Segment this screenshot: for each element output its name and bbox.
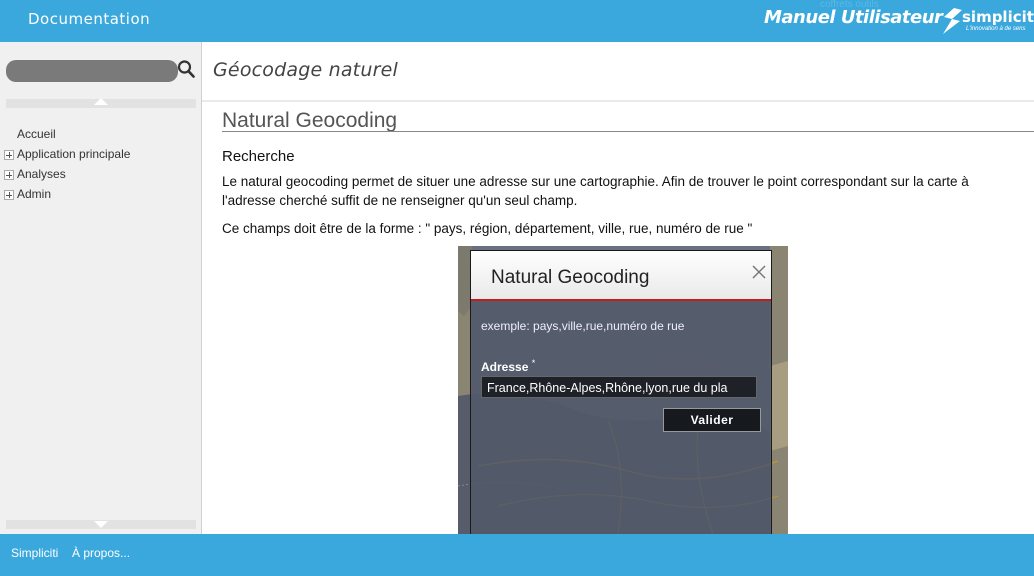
manual-title: Manuel Utilisateur	[764, 7, 943, 28]
section-divider	[222, 131, 1034, 132]
sidebar: Accueil Application principale Analyses …	[0, 42, 202, 534]
sidebar-item-admin[interactable]: Admin	[0, 184, 200, 204]
chevron-down-icon	[94, 521, 108, 528]
chevron-up-icon	[94, 98, 108, 105]
sidebar-item-label: Analyses	[17, 167, 66, 181]
expand-icon[interactable]	[4, 190, 14, 200]
address-label-text: Adresse	[481, 360, 529, 374]
required-mark: *	[531, 358, 536, 368]
sidebar-item-application-principale[interactable]: Application principale	[0, 144, 200, 164]
top-header: Documentation coffrets outils Manuel Uti…	[0, 0, 1034, 42]
subsection-title: Recherche	[222, 148, 295, 165]
expand-icon[interactable]	[4, 150, 14, 160]
footer-link-simpliciti[interactable]: Simpliciti	[11, 546, 58, 560]
sidebar-scroll-up[interactable]	[6, 98, 196, 108]
close-icon[interactable]	[751, 264, 767, 280]
simpliciti-logo-icon	[943, 8, 962, 34]
footer-link-about[interactable]: À propos...	[72, 546, 130, 560]
sidebar-item-analyses[interactable]: Analyses	[0, 164, 200, 184]
brand-tagline: L'innovation à de sens	[966, 26, 1026, 32]
paragraph-intro: Le natural geocoding permet de situer un…	[222, 174, 969, 208]
search-input[interactable]	[6, 60, 178, 82]
dialog-example-hint: exemple: pays,ville,rue,numéro de rue	[481, 319, 685, 333]
page-title: Géocodage naturel	[213, 59, 398, 81]
title-divider	[202, 100, 1034, 102]
sidebar-item-accueil[interactable]: Accueil	[0, 124, 200, 144]
sidebar-scroll-down[interactable]	[6, 520, 196, 529]
sidebar-nav: Accueil Application principale Analyses …	[0, 124, 200, 204]
geocoding-dialog: Natural Geocoding exemple: pays,ville,ru…	[470, 250, 772, 534]
section-title: Natural Geocoding	[222, 109, 398, 132]
brand-name: simpliciti	[962, 8, 1034, 26]
sidebar-item-label: Application principale	[17, 147, 131, 161]
address-label: Adresse *	[481, 358, 535, 374]
main-content: Géocodage naturel Natural Geocoding Rech…	[202, 42, 1034, 534]
sidebar-item-label: Accueil	[17, 127, 56, 141]
bottom-footer: Simpliciti À propos...	[0, 534, 1034, 576]
search-icon[interactable]	[177, 59, 195, 79]
sidebar-item-label: Admin	[17, 187, 52, 201]
brand-logo: simpliciti L'innovation à de sens	[940, 5, 1034, 39]
paragraph-format: Ce champs doit être de la forme : " pays…	[222, 221, 753, 236]
dialog-header: Natural Geocoding	[471, 251, 771, 301]
expand-icon[interactable]	[4, 170, 14, 180]
address-input[interactable]: France,Rhône-Alpes,Rhône,lyon,rue du pla	[481, 376, 757, 398]
documentation-link[interactable]: Documentation	[28, 10, 150, 28]
dialog-title: Natural Geocoding	[491, 267, 650, 288]
valider-button[interactable]: Valider	[663, 408, 761, 432]
screenshot-figure: Natural Geocoding exemple: pays,ville,ru…	[458, 246, 788, 534]
